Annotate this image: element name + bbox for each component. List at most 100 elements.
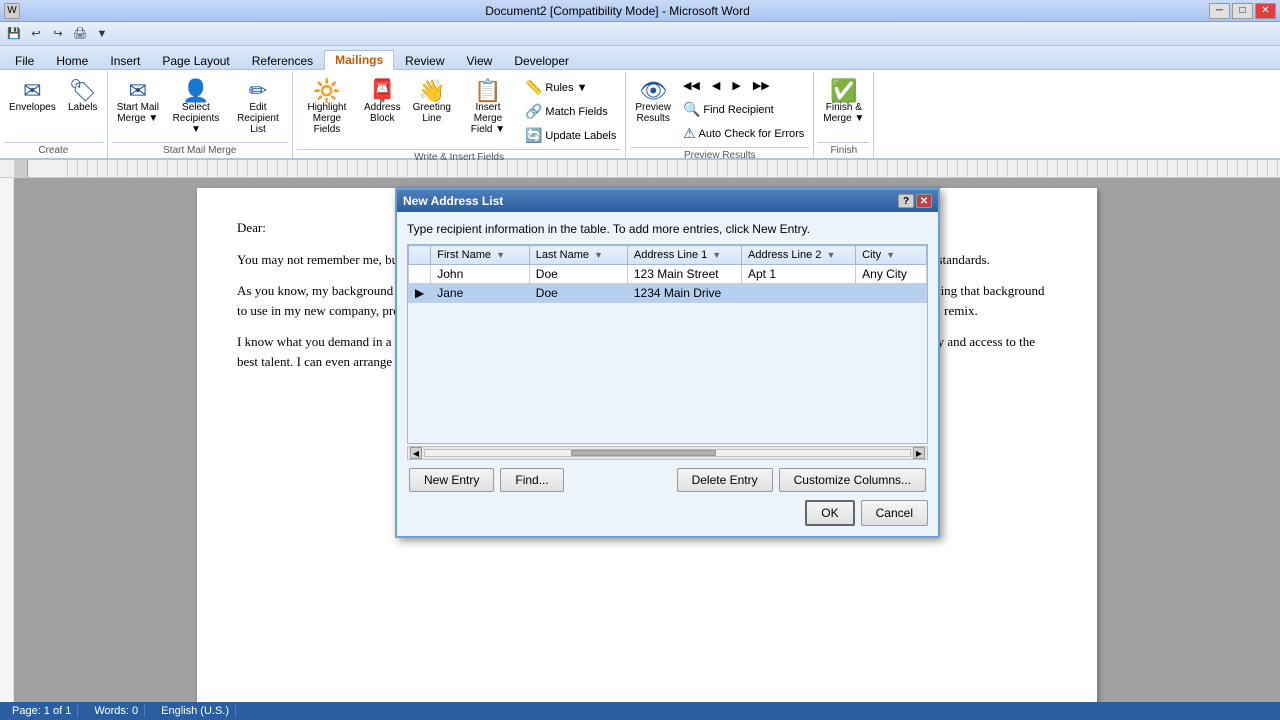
- small-buttons-col: 📏 Rules ▼ 🔗 Match Fields 🔄 Update Labels: [520, 76, 621, 147]
- find-button[interactable]: Find...: [500, 468, 563, 492]
- dialog-help-button[interactable]: ?: [898, 194, 914, 208]
- select-recipients-icon: 👤: [182, 80, 209, 102]
- first-record-button[interactable]: ◀◀: [678, 76, 705, 95]
- preview-icon: 👁: [639, 80, 667, 102]
- address-table-container[interactable]: First Name ▼ Last Name ▼ Address Line 1 …: [407, 244, 928, 444]
- cell-last-1[interactable]: Doe: [529, 265, 627, 284]
- title-bar: W Document2 [Compatibility Mode] - Micro…: [0, 0, 1280, 22]
- update-labels-icon: 🔄: [525, 127, 542, 144]
- addr2-input[interactable]: [748, 286, 849, 300]
- select-recipients-button[interactable]: 👤 SelectRecipients ▼: [166, 76, 226, 139]
- ribbon-tabs: File Home Insert Page Layout References …: [0, 46, 1280, 70]
- cell-addr1-2[interactable]: [627, 284, 741, 303]
- next-record-button[interactable]: ▶: [727, 76, 745, 95]
- mail-merge-group-label: Start Mail Merge: [112, 142, 288, 156]
- find-recipient-button[interactable]: 🔍 Find Recipient: [678, 98, 809, 121]
- highlight-icon: 🔆: [313, 80, 340, 102]
- scroll-thumb[interactable]: [571, 450, 717, 456]
- address-block-button[interactable]: 📮 AddressBlock: [359, 76, 406, 128]
- restore-button[interactable]: □: [1232, 3, 1253, 19]
- save-qt-btn[interactable]: 💾: [4, 25, 24, 43]
- row-indicator: [409, 265, 431, 284]
- prev-record-button[interactable]: ◀: [707, 76, 725, 95]
- col-first-name[interactable]: First Name ▼: [431, 246, 530, 265]
- auto-check-icon: ⚠: [683, 125, 696, 142]
- tab-developer[interactable]: Developer: [503, 51, 580, 70]
- tab-view[interactable]: View: [456, 51, 504, 70]
- cell-first-2[interactable]: [431, 284, 530, 303]
- customize-columns-button[interactable]: Customize Columns...: [779, 468, 926, 492]
- ok-button[interactable]: OK: [805, 500, 854, 526]
- city-input[interactable]: [862, 286, 920, 300]
- match-fields-button[interactable]: 🔗 Match Fields: [520, 100, 621, 123]
- col-addr1[interactable]: Address Line 1 ▼: [627, 246, 741, 265]
- page-status: Page: 1 of 1: [6, 705, 78, 717]
- ruler: [0, 160, 1280, 178]
- auto-check-errors-button[interactable]: ⚠ Auto Check for Errors: [678, 122, 809, 145]
- scroll-right-button[interactable]: ▶: [913, 447, 925, 459]
- address-table: First Name ▼ Last Name ▼ Address Line 1 …: [408, 245, 927, 303]
- print-qt-btn[interactable]: 🖨: [70, 25, 90, 43]
- undo-qt-btn[interactable]: ↩: [26, 25, 46, 43]
- scroll-left-button[interactable]: ◀: [410, 447, 422, 459]
- addr1-input[interactable]: [634, 286, 735, 300]
- tab-home[interactable]: Home: [45, 51, 99, 70]
- horizontal-scrollbar[interactable]: ◀ ▶: [407, 446, 928, 460]
- rules-button[interactable]: 📏 Rules ▼: [520, 76, 621, 99]
- quick-access-toolbar: 💾 ↩ ↪ 🖨 ▼: [0, 22, 1280, 46]
- dialog-title: New Address List: [403, 194, 898, 208]
- edit-recipient-list-button[interactable]: ✏ EditRecipient List: [228, 76, 288, 139]
- dialog-left-buttons: New Entry Find...: [409, 468, 564, 492]
- create-group-label: Create: [4, 142, 103, 156]
- col-addr2[interactable]: Address Line 2 ▼: [742, 246, 856, 265]
- new-entry-button[interactable]: New Entry: [409, 468, 494, 492]
- cell-city-2[interactable]: [856, 284, 927, 303]
- first-name-input[interactable]: [437, 286, 523, 300]
- update-labels-button[interactable]: 🔄 Update Labels: [520, 124, 621, 147]
- col-city[interactable]: City ▼: [856, 246, 927, 265]
- customize-qt-btn[interactable]: ▼: [92, 25, 112, 43]
- ribbon: ✉ Envelopes 🏷 Labels Create ✉ Start Mail…: [0, 70, 1280, 160]
- address-block-icon: 📮: [369, 80, 396, 102]
- preview-results-button[interactable]: 👁 PreviewResults: [630, 76, 676, 128]
- dialog-titlebar: New Address List ? ✕: [397, 190, 938, 212]
- dialog-close-button[interactable]: ✕: [916, 194, 932, 208]
- envelopes-button[interactable]: ✉ Envelopes: [4, 76, 61, 117]
- left-margin: [0, 178, 14, 702]
- labels-button[interactable]: 🏷 Labels: [63, 76, 103, 117]
- labels-icon: 🏷: [69, 80, 97, 102]
- table-header-row: First Name ▼ Last Name ▼ Address Line 1 …: [409, 246, 927, 265]
- cell-addr2-1[interactable]: Apt 1: [742, 265, 856, 284]
- cell-addr2-2[interactable]: [742, 284, 856, 303]
- tab-page-layout[interactable]: Page Layout: [151, 51, 240, 70]
- words-status: Words: 0: [88, 705, 145, 717]
- tab-insert[interactable]: Insert: [99, 51, 151, 70]
- greeting-line-button[interactable]: 👋 GreetingLine: [408, 76, 456, 128]
- title-bar-icons: W: [4, 3, 20, 19]
- scroll-track[interactable]: [424, 449, 911, 457]
- cell-last-2[interactable]: [529, 284, 627, 303]
- col-last-name[interactable]: Last Name ▼: [529, 246, 627, 265]
- redo-qt-btn[interactable]: ↪: [48, 25, 68, 43]
- finish-merge-button[interactable]: ✅ Finish &Merge ▼: [818, 76, 869, 128]
- cell-first-1[interactable]: John: [431, 265, 530, 284]
- tab-review[interactable]: Review: [394, 51, 455, 70]
- cell-city-1[interactable]: Any City: [856, 265, 927, 284]
- last-record-button[interactable]: ▶▶: [748, 76, 775, 95]
- delete-entry-button[interactable]: Delete Entry: [677, 468, 773, 492]
- last-name-input[interactable]: [536, 286, 621, 300]
- insert-merge-field-button[interactable]: 📋 Insert MergeField ▼: [458, 76, 518, 139]
- insert-merge-icon: 📋: [474, 80, 501, 102]
- start-mail-merge-button[interactable]: ✉ Start MailMerge ▼: [112, 76, 164, 128]
- close-button[interactable]: ✕: [1255, 3, 1276, 19]
- dialog-buttons: New Entry Find... Delete Entry Customize…: [407, 468, 928, 492]
- cancel-button[interactable]: Cancel: [861, 500, 928, 526]
- tab-mailings[interactable]: Mailings: [324, 50, 394, 70]
- cell-addr1-1[interactable]: 123 Main Street: [627, 265, 741, 284]
- minimize-button[interactable]: ─: [1209, 3, 1230, 19]
- tab-references[interactable]: References: [241, 51, 324, 70]
- ribbon-group-mail-merge: ✉ Start MailMerge ▼ 👤 SelectRecipients ▼…: [108, 72, 293, 158]
- row-indicator-selected: ▶: [409, 284, 431, 303]
- highlight-merge-fields-button[interactable]: 🔆 HighlightMerge Fields: [297, 76, 357, 139]
- tab-file[interactable]: File: [4, 51, 45, 70]
